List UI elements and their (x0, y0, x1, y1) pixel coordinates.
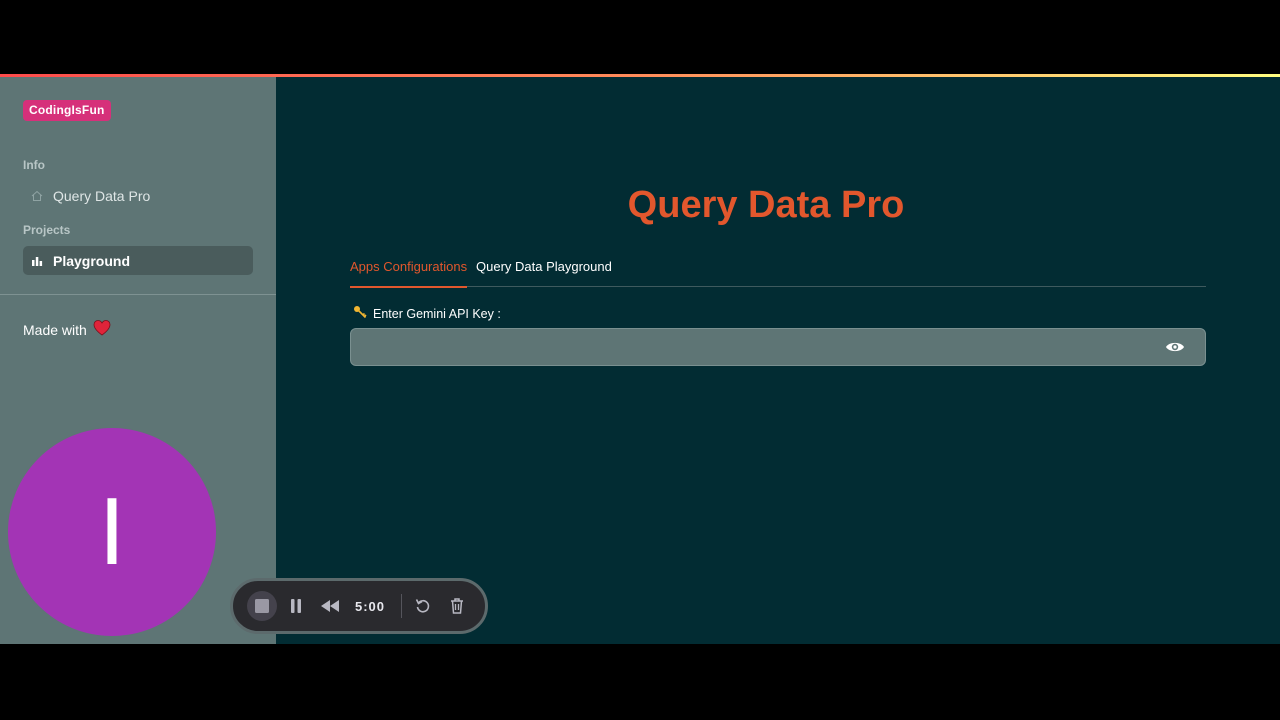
page-title: Query Data Pro (627, 184, 905, 226)
sidebar-item-label: Query Data Pro (53, 187, 151, 204)
api-key-input[interactable] (351, 329, 1151, 365)
sidebar-section-info: Info (23, 158, 45, 172)
trash-icon[interactable] (442, 591, 472, 621)
webcam-avatar: I (8, 428, 216, 636)
letterbox-top (0, 0, 1280, 74)
sidebar-section-projects: Projects (23, 223, 71, 237)
tab-apps-configurations[interactable]: Apps Configurations (350, 259, 468, 288)
main-content: Query Data Pro Apps Configurations Query… (276, 74, 1280, 644)
letterbox-bottom (0, 644, 1280, 720)
recorder-divider (401, 594, 403, 618)
api-key-label: Enter Gemini API Key : (353, 305, 501, 322)
made-with-text: Made with (23, 320, 111, 339)
rewind-icon[interactable] (315, 591, 345, 621)
recording-controls: 5:00 (230, 578, 488, 634)
stop-icon[interactable] (247, 591, 277, 621)
made-with-label: Made with (23, 321, 87, 338)
top-decoration-bar (0, 74, 1280, 77)
key-icon (353, 305, 367, 322)
api-key-field (350, 328, 1206, 366)
restart-icon[interactable] (408, 591, 438, 621)
tab-bar: Apps Configurations Query Data Playgroun… (350, 254, 1206, 288)
api-key-label-text: Enter Gemini API Key : (373, 306, 501, 321)
avatar-letter: I (98, 478, 126, 585)
heart-icon (93, 320, 111, 339)
pause-icon[interactable] (281, 591, 311, 621)
sidebar-divider (0, 294, 276, 295)
brand-badge: CodingIsFun (23, 100, 111, 121)
tab-query-data-playground[interactable]: Query Data Playground (476, 259, 612, 287)
sidebar-item-playground[interactable]: Playground (23, 246, 253, 275)
sidebar-item-query-data-pro[interactable]: Query Data Pro (23, 181, 253, 210)
recording-timer: 5:00 (355, 598, 386, 614)
app-window: CodingIsFun Info Query Data Pro Projects… (0, 74, 1280, 644)
home-icon (31, 190, 43, 202)
eye-icon[interactable] (1165, 339, 1185, 355)
bar-chart-icon (31, 255, 43, 267)
sidebar-item-label: Playground (53, 252, 131, 269)
